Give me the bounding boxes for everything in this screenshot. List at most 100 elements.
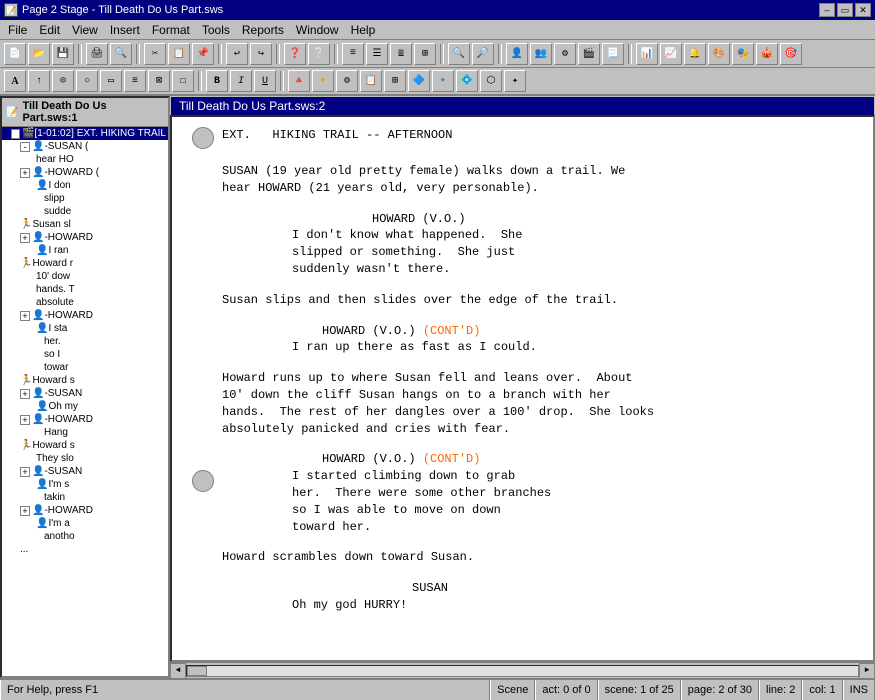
tree-item-ohmy[interactable]: 👤 Oh my bbox=[2, 400, 168, 413]
tree-item-dots[interactable]: ... bbox=[2, 543, 168, 556]
doc-tab[interactable]: Till Death Do Us Part.sws:2 bbox=[170, 96, 875, 115]
tb-copy[interactable]: 📋 bbox=[168, 43, 190, 65]
tree-item-susan-slips[interactable]: 🏃 Susan sl bbox=[2, 218, 168, 231]
tb-format1[interactable]: ≡ bbox=[342, 43, 364, 65]
tb2-tri[interactable]: 🔺 bbox=[288, 70, 310, 92]
tb-print[interactable]: 🖨 bbox=[86, 43, 108, 65]
tree-item-hands[interactable]: hands. T bbox=[2, 283, 168, 296]
tb2-sq[interactable]: ⊞ bbox=[384, 70, 406, 92]
tree-item-soi[interactable]: so I bbox=[2, 348, 168, 361]
tb-undo[interactable]: ↩ bbox=[226, 43, 248, 65]
tb-zoom-out[interactable]: 🔎 bbox=[472, 43, 494, 65]
menu-file[interactable]: File bbox=[2, 21, 33, 39]
tb-report2[interactable]: 📈 bbox=[660, 43, 682, 65]
tb2-clip[interactable]: 📋 bbox=[360, 70, 382, 92]
tb2-dia[interactable]: 🔸 bbox=[312, 70, 334, 92]
script-area[interactable]: EXT. HIKING TRAIL -- AFTERNOON SUSAN (19… bbox=[170, 115, 875, 662]
tree-item-theyslo[interactable]: They slo bbox=[2, 452, 168, 465]
tb-extra3[interactable]: 🎯 bbox=[780, 43, 802, 65]
tb2-star[interactable]: ✦ bbox=[504, 70, 526, 92]
tree-item-takin[interactable]: takin bbox=[2, 491, 168, 504]
expand-icon-4[interactable]: + bbox=[20, 233, 30, 243]
tb2-underline[interactable]: U bbox=[254, 70, 276, 92]
menu-help[interactable]: Help bbox=[345, 21, 382, 39]
tb-zoom-in[interactable]: 🔍 bbox=[448, 43, 470, 65]
tb2-empty-circle[interactable]: ○ bbox=[76, 70, 98, 92]
tb-help2[interactable]: ❔ bbox=[308, 43, 330, 65]
tree-item-susan2[interactable]: + 👤 -SUSAN bbox=[2, 387, 168, 400]
minimize-button[interactable]: – bbox=[819, 3, 835, 17]
tree-item-her[interactable]: her. bbox=[2, 335, 168, 348]
tb2-b1[interactable]: 🔷 bbox=[408, 70, 430, 92]
tb-format3[interactable]: ≣ bbox=[390, 43, 412, 65]
tree-item-howard-s2[interactable]: 🏃 Howard s bbox=[2, 439, 168, 452]
tree-item-iran[interactable]: 👤 I ran bbox=[2, 244, 168, 257]
tb2-circle[interactable]: ⊙ bbox=[52, 70, 74, 92]
tree-item-susan1[interactable]: - 👤 -SUSAN ( bbox=[2, 140, 168, 153]
tb-cut[interactable]: ✂ bbox=[144, 43, 166, 65]
menu-tools[interactable]: Tools bbox=[196, 21, 236, 39]
tb-redo[interactable]: ↪ bbox=[250, 43, 272, 65]
menu-insert[interactable]: Insert bbox=[104, 21, 146, 39]
tree-item-towar[interactable]: towar bbox=[2, 361, 168, 374]
tb2-gear[interactable]: ⚙ bbox=[336, 70, 358, 92]
tree-item-absolute[interactable]: absolute bbox=[2, 296, 168, 309]
menu-window[interactable]: Window bbox=[290, 21, 345, 39]
expand-icon[interactable]: - bbox=[11, 129, 20, 139]
tb-settings[interactable]: ⚙ bbox=[554, 43, 576, 65]
restore-button[interactable]: ▭ bbox=[837, 3, 853, 17]
tb-person1[interactable]: 👤 bbox=[506, 43, 528, 65]
tree-item-howard-runs[interactable]: 🏃 Howard r bbox=[2, 257, 168, 270]
tree-item-howard3[interactable]: + 👤 -HOWARD bbox=[2, 309, 168, 322]
expand-icon-5[interactable]: + bbox=[20, 311, 30, 321]
tb-open[interactable]: 📂 bbox=[28, 43, 50, 65]
tree-item-ima[interactable]: 👤 I'm a bbox=[2, 517, 168, 530]
tb-preview[interactable]: 🔍 bbox=[110, 43, 132, 65]
tree-item-hear[interactable]: hear HO bbox=[2, 153, 168, 166]
tree-item-howard2[interactable]: + 👤 -HOWARD bbox=[2, 231, 168, 244]
tb-report1[interactable]: 📊 bbox=[636, 43, 658, 65]
tb2-b4[interactable]: ⬡ bbox=[480, 70, 502, 92]
horizontal-scrollbar[interactable]: ◄ ► bbox=[170, 662, 875, 678]
expand-icon-9[interactable]: + bbox=[20, 506, 30, 516]
expand-icon-8[interactable]: + bbox=[20, 467, 30, 477]
tree-item-howard5[interactable]: + 👤 -HOWARD bbox=[2, 504, 168, 517]
scroll-right-btn[interactable]: ► bbox=[859, 663, 875, 679]
tree-item-howard4[interactable]: + 👤 -HOWARD bbox=[2, 413, 168, 426]
tb2-b3[interactable]: 💠 bbox=[456, 70, 478, 92]
expand-icon-7[interactable]: + bbox=[20, 415, 30, 425]
scroll-track[interactable] bbox=[186, 665, 859, 677]
tb-report3[interactable]: 🔔 bbox=[684, 43, 706, 65]
tb-new[interactable]: 📄 bbox=[4, 43, 26, 65]
tb-person2[interactable]: 👥 bbox=[530, 43, 552, 65]
tb-format4[interactable]: ⊞ bbox=[414, 43, 436, 65]
expand-icon-2[interactable]: - bbox=[20, 142, 30, 152]
tb-extra1[interactable]: 🎭 bbox=[732, 43, 754, 65]
tree-item-10dow[interactable]: 10' dow bbox=[2, 270, 168, 283]
menu-view[interactable]: View bbox=[66, 21, 104, 39]
tb2-b2[interactable]: 🔹 bbox=[432, 70, 454, 92]
scroll-thumb[interactable] bbox=[187, 666, 207, 676]
tree-item-howard1[interactable]: + 👤 -HOWARD ( bbox=[2, 166, 168, 179]
menu-reports[interactable]: Reports bbox=[236, 21, 290, 39]
expand-icon-6[interactable]: + bbox=[20, 389, 30, 399]
menu-edit[interactable]: Edit bbox=[33, 21, 66, 39]
tb-script[interactable]: 📃 bbox=[602, 43, 624, 65]
scroll-left-btn[interactable]: ◄ bbox=[170, 663, 186, 679]
tb2-a[interactable]: A bbox=[4, 70, 26, 92]
tb2-lines[interactable]: ≡ bbox=[124, 70, 146, 92]
tree-item-idon[interactable]: 👤 I don bbox=[2, 179, 168, 192]
tb-scene[interactable]: 🎬 bbox=[578, 43, 600, 65]
nav-tree[interactable]: - 🎬 [1-01:02] EXT. HIKING TRAIL - 👤 -SUS… bbox=[2, 127, 168, 676]
tb-color[interactable]: 🎨 bbox=[708, 43, 730, 65]
tree-item-hang[interactable]: Hang bbox=[2, 426, 168, 439]
tb2-bold[interactable]: B bbox=[206, 70, 228, 92]
tree-item-ims[interactable]: 👤 I'm s bbox=[2, 478, 168, 491]
tb-help[interactable]: ❓ bbox=[284, 43, 306, 65]
tree-item-slipp[interactable]: slipp bbox=[2, 192, 168, 205]
tb2-up[interactable]: ↑ bbox=[28, 70, 50, 92]
tb2-rect[interactable]: ▭ bbox=[100, 70, 122, 92]
tb-save[interactable]: 💾 bbox=[52, 43, 74, 65]
tree-item-anotho[interactable]: anotho bbox=[2, 530, 168, 543]
tree-item-sudde[interactable]: sudde bbox=[2, 205, 168, 218]
